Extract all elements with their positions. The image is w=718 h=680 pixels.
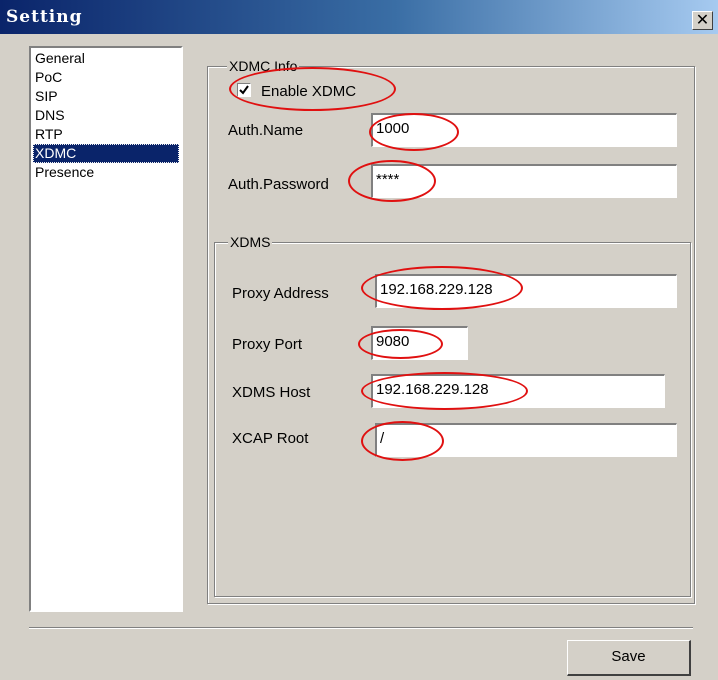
proxy-address-field[interactable]: 192.168.229.128 — [375, 274, 677, 308]
sidebar-item-sip[interactable]: SIP — [33, 87, 179, 106]
auth-password-field[interactable]: **** — [371, 164, 677, 198]
enable-xdmc-checkbox[interactable] — [237, 83, 251, 97]
xcap-root-field[interactable]: / — [375, 423, 677, 457]
save-button[interactable]: Save — [567, 640, 691, 676]
checkmark-icon — [239, 85, 249, 95]
settings-window: Setting ✕ General PoC SIP DNS RTP XDMC P… — [0, 0, 718, 680]
sidebar-item-dns[interactable]: DNS — [33, 106, 179, 125]
close-icon: ✕ — [695, 10, 710, 29]
proxy-port-label: Proxy Port — [232, 336, 303, 353]
footer-divider — [29, 627, 693, 629]
sidebar-item-poc[interactable]: PoC — [33, 68, 179, 87]
xdms-host-label: XDMS Host — [232, 384, 311, 401]
xdms-group-label: XDMS — [228, 234, 273, 250]
close-button[interactable]: ✕ — [692, 11, 713, 30]
sidebar-item-rtp[interactable]: RTP — [33, 125, 179, 144]
sidebar-item-presence[interactable]: Presence — [33, 163, 179, 182]
xdms-host-field[interactable]: 192.168.229.128 — [371, 374, 665, 408]
xdmc-info-group-label: XDMC Info — [227, 58, 300, 74]
auth-name-field[interactable]: 1000 — [371, 113, 677, 147]
xcap-root-label: XCAP Root — [232, 430, 309, 447]
window-title: Setting — [6, 7, 83, 27]
sidebar-item-xdmc[interactable]: XDMC — [33, 144, 179, 163]
sidebar-item-general[interactable]: General — [33, 49, 179, 68]
title-bar[interactable]: Setting ✕ — [0, 0, 718, 34]
settings-category-list[interactable]: General PoC SIP DNS RTP XDMC Presence — [29, 46, 183, 612]
proxy-port-field[interactable]: 9080 — [371, 326, 468, 360]
auth-name-label: Auth.Name — [228, 122, 304, 139]
proxy-address-label: Proxy Address — [232, 285, 329, 302]
enable-xdmc-label[interactable]: Enable XDMC — [261, 83, 356, 100]
auth-password-label: Auth.Password — [228, 176, 329, 193]
